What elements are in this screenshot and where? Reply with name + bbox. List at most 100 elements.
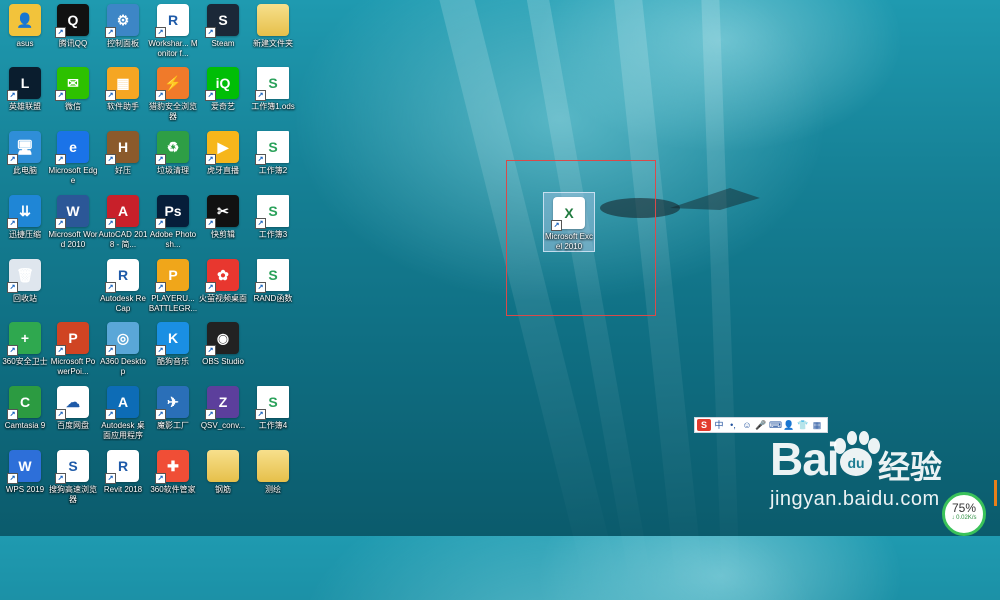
desktop-icon[interactable]: S ↗ RAND函数	[248, 259, 298, 304]
app-icon: R ↗	[155, 4, 189, 38]
desktop-icon[interactable]: 新建文件夹	[248, 4, 298, 49]
app-icon: ▶ ↗	[205, 131, 239, 165]
desktop-icon-label: 此电脑	[13, 166, 37, 175]
desktop-icon[interactable]: R ↗ Autodesk ReCap	[98, 259, 148, 314]
shortcut-arrow-icon: ↗	[205, 345, 216, 356]
desktop-icon[interactable]: + ↗ 360安全卫士	[0, 322, 50, 367]
desktop-icon-label: 酷狗音乐	[157, 357, 189, 366]
icon-glyph: iQ	[215, 75, 231, 91]
desktop-icon[interactable]: Ps ↗ Adobe Photosh...	[148, 195, 198, 250]
shortcut-arrow-icon: ↗	[205, 409, 216, 420]
desktop-icon[interactable]: ✿ ↗ 火萤视频桌面	[198, 259, 248, 304]
app-icon: 🖥 ↗	[7, 131, 41, 165]
desktop-icon[interactable]: Q ↗ 腾讯QQ	[48, 4, 98, 49]
app-icon: e ↗	[55, 131, 89, 165]
ime-toolbox-button[interactable]: ▦	[811, 419, 823, 431]
desktop-icon[interactable]: ⚙ ↗ 控制面板	[98, 4, 148, 49]
desktop-icon-label: 回收站	[13, 294, 37, 303]
icon-glyph: W	[66, 203, 80, 219]
app-icon: ▦ ↗	[105, 67, 139, 101]
app-icon: ♻ ↗	[155, 131, 189, 165]
network-speed-gauge[interactable]: 75% ↓ 0.02K/s	[942, 492, 986, 536]
desktop-icon[interactable]: ▶ ↗ 虎牙直播	[198, 131, 248, 176]
ime-user-button[interactable]: 👤	[783, 419, 795, 431]
desktop-icon[interactable]: ✂ ↗ 快剪辑	[198, 195, 248, 240]
desktop-icon[interactable]: R ↗ Revit 2018	[98, 450, 148, 495]
desktop-icon[interactable]: S ↗ 工作簿2	[248, 131, 298, 176]
desktop-icon[interactable]: 👤 asus	[0, 4, 50, 49]
desktop-icon[interactable]: 🗑 ↗ 回收站	[0, 259, 50, 304]
shortcut-arrow-icon: ↗	[7, 473, 18, 484]
sogou-logo-icon[interactable]: S	[697, 419, 711, 431]
ime-chinese-mode-button[interactable]: 中	[713, 419, 725, 431]
desktop-icon-label: Autodesk 桌面应用程序	[101, 421, 145, 440]
desktop-icon[interactable]: ✉ ↗ 微信	[48, 67, 98, 112]
app-icon: ⇊ ↗	[7, 195, 41, 229]
desktop-icon[interactable]: P ↗ PLAYERU... BATTLEGR...	[148, 259, 198, 314]
desktop-icon[interactable]: iQ ↗ 爱奇艺	[198, 67, 248, 112]
baidu-watermark-url: jingyan.baidu.com	[770, 488, 940, 510]
desktop-icon[interactable]: A ↗ AutoCAD 2018 - 简...	[98, 195, 148, 250]
icon-glyph: K	[167, 330, 179, 346]
desktop-icon[interactable]: 钢筋	[198, 450, 248, 495]
desktop-icon[interactable]: S ↗ 工作簿3	[248, 195, 298, 240]
desktop-icon[interactable]: ⚡ ↗ 猎豹安全浏览器	[148, 67, 198, 122]
icon-glyph: ✚	[167, 457, 179, 474]
icon-glyph: ▶	[217, 138, 229, 155]
app-icon: 👤	[9, 4, 41, 36]
app-icon: L ↗	[7, 67, 41, 101]
desktop-icon[interactable]: A ↗ Autodesk 桌面应用程序	[98, 386, 148, 441]
desktop-icon[interactable]: W ↗ Microsoft Word 2010	[48, 195, 98, 250]
desktop-icon-label: Workshar... Monitor f...	[148, 39, 198, 58]
desktop-icon-label: 虎牙直播	[207, 166, 239, 175]
desktop-icon-excel[interactable]: X ↗ Microsoft Excel 2010	[543, 192, 595, 252]
desktop-icon[interactable]: Z ↗ QSV_conv...	[198, 386, 248, 431]
ime-voice-button[interactable]: 🎤	[755, 419, 767, 431]
desktop-icon[interactable]: 🖥 ↗ 此电脑	[0, 131, 50, 176]
desktop-icon[interactable]: R ↗ Workshar... Monitor f...	[148, 4, 198, 59]
icon-glyph: ⇊	[19, 202, 31, 219]
desktop-icon[interactable]: S ↗ 工作簿4	[248, 386, 298, 431]
folder-icon	[207, 450, 239, 482]
desktop-icon[interactable]: ⇊ ↗ 迅捷压缩	[0, 195, 50, 240]
desktop-icon-label: 工作簿1.ods	[251, 102, 295, 111]
app-icon: H ↗	[105, 131, 139, 165]
desktop-icon[interactable]: L ↗ 英雄联盟	[0, 67, 50, 112]
desktop-icon[interactable]: K ↗ 酷狗音乐	[148, 322, 198, 367]
desktop-icon[interactable]: ☁ ↗ 百度网盘	[48, 386, 98, 431]
desktop-icon-label: 腾讯QQ	[58, 39, 88, 48]
desktop-icon[interactable]: W ↗ WPS 2019	[0, 450, 50, 495]
icon-glyph: 🗑	[16, 266, 34, 283]
desktop-icon[interactable]: ▦ ↗ 软件助手	[98, 67, 148, 112]
icon-glyph: +	[20, 330, 30, 346]
desktop-icon[interactable]: S ↗ 工作簿1.ods	[248, 67, 298, 112]
app-icon: + ↗	[7, 322, 41, 356]
desktop-icon[interactable]: H ↗ 好压	[98, 131, 148, 176]
ime-punctuation-button[interactable]: •,	[727, 419, 739, 431]
desktop-icon[interactable]: C ↗ Camtasia 9	[0, 386, 50, 431]
shortcut-arrow-icon: ↗	[105, 218, 116, 229]
icon-glyph: ✈	[167, 393, 179, 410]
ime-skin-button[interactable]: 👕	[797, 419, 809, 431]
icon-glyph: S	[218, 12, 228, 28]
desktop-icon[interactable]: S ↗ Steam	[198, 4, 248, 49]
desktop-icon[interactable]: ◉ ↗ OBS Studio	[198, 322, 248, 367]
icon-glyph: W	[18, 458, 32, 474]
desktop-icon[interactable]: ◎ ↗ A360 Desktop	[98, 322, 148, 377]
desktop-icon[interactable]: e ↗ Microsoft Edge	[48, 131, 98, 186]
ime-toolbar[interactable]: S 中 •, ☺ 🎤 ⌨ 👤 👕 ▦	[694, 417, 828, 433]
desktop-icon[interactable]: P ↗ Microsoft PowerPoi...	[48, 322, 98, 377]
desktop-icon[interactable]: S ↗ 搜狗高速浏览器	[48, 450, 98, 505]
desktop-icon[interactable]: ✈ ↗ 魔影工厂	[148, 386, 198, 431]
app-icon: ✈ ↗	[155, 386, 189, 420]
icon-glyph: R	[117, 267, 129, 283]
desktop-icon-label: 猎豹安全浏览器	[149, 102, 197, 121]
desktop-icon[interactable]: ♻ ↗ 垃圾清理	[148, 131, 198, 176]
ime-keyboard-button[interactable]: ⌨	[769, 419, 782, 431]
desktop-icon[interactable]: 测绘	[248, 450, 298, 495]
shortcut-arrow-icon: ↗	[155, 154, 166, 165]
app-icon: ✚ ↗	[155, 450, 189, 484]
desktop-icon[interactable]: ✚ ↗ 360软件管家	[148, 450, 198, 495]
desktop-icon-label: Microsoft PowerPoi...	[50, 357, 96, 376]
ime-emoji-button[interactable]: ☺	[741, 419, 753, 431]
